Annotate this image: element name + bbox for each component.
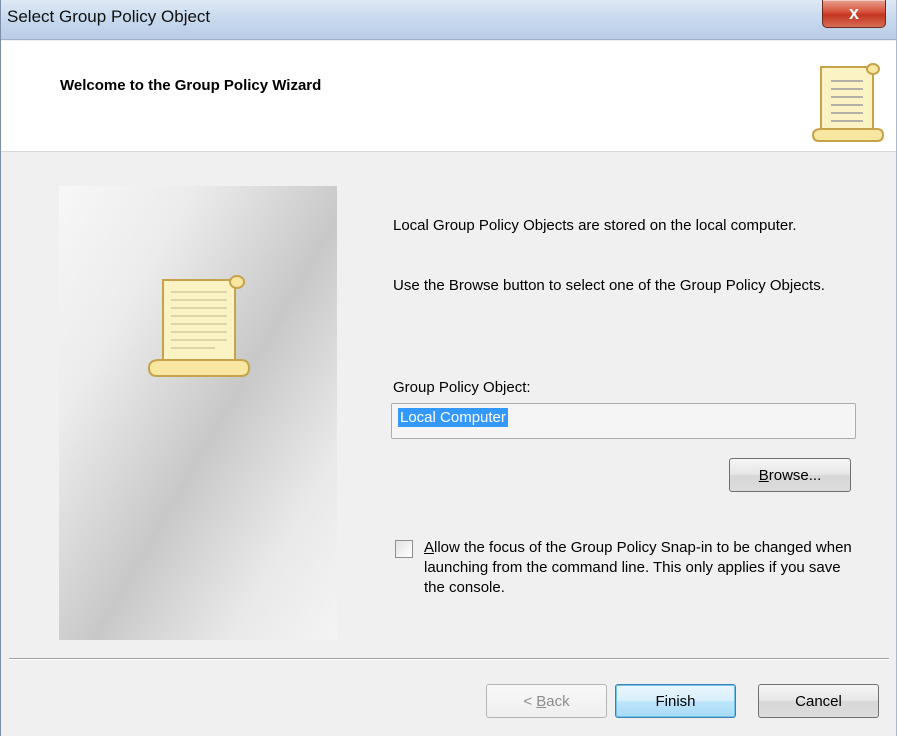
gpo-input[interactable]: Local Computer xyxy=(391,403,856,439)
snapin-focus-checkbox[interactable] xyxy=(395,540,413,558)
back-accelerator: B xyxy=(536,693,547,710)
checkbox-label-text: llow the focus of the Group Policy Snap-… xyxy=(424,539,852,596)
window-title: Select Group Policy Object xyxy=(7,7,211,26)
header-title: Welcome to the Group Policy Wizard xyxy=(60,77,322,94)
description-text-1: Local Group Policy Objects are stored on… xyxy=(393,217,797,234)
dialog-window: Select Group Policy Object x Welcome to … xyxy=(0,0,897,736)
wizard-side-panel xyxy=(59,186,337,640)
footer-separator xyxy=(9,658,889,660)
scroll-icon xyxy=(811,63,885,142)
browse-button-label: rowse... xyxy=(768,467,822,484)
description-text-2: Use the Browse button to select one of t… xyxy=(393,277,825,294)
finish-button[interactable]: Finish xyxy=(615,684,736,718)
browse-accelerator: B xyxy=(758,467,769,484)
snapin-focus-label[interactable]: Allow the focus of the Group Policy Snap… xyxy=(424,538,864,598)
back-button[interactable]: < Back xyxy=(486,684,607,718)
close-icon: x xyxy=(848,3,859,23)
gpo-input-value: Local Computer xyxy=(398,408,508,427)
gpo-field-label: Group Policy Object: xyxy=(393,379,531,396)
scroll-icon xyxy=(147,275,251,377)
close-button[interactable]: x xyxy=(822,0,886,28)
checkbox-accelerator: A xyxy=(424,539,435,556)
cancel-button[interactable]: Cancel xyxy=(758,684,879,718)
back-prefix: < xyxy=(523,693,537,710)
wizard-header: Welcome to the Group Policy Wizard xyxy=(1,41,896,152)
browse-button[interactable]: Browse... xyxy=(729,458,851,492)
back-button-label: ack xyxy=(546,693,570,710)
title-bar[interactable]: Select Group Policy Object x xyxy=(1,0,896,40)
